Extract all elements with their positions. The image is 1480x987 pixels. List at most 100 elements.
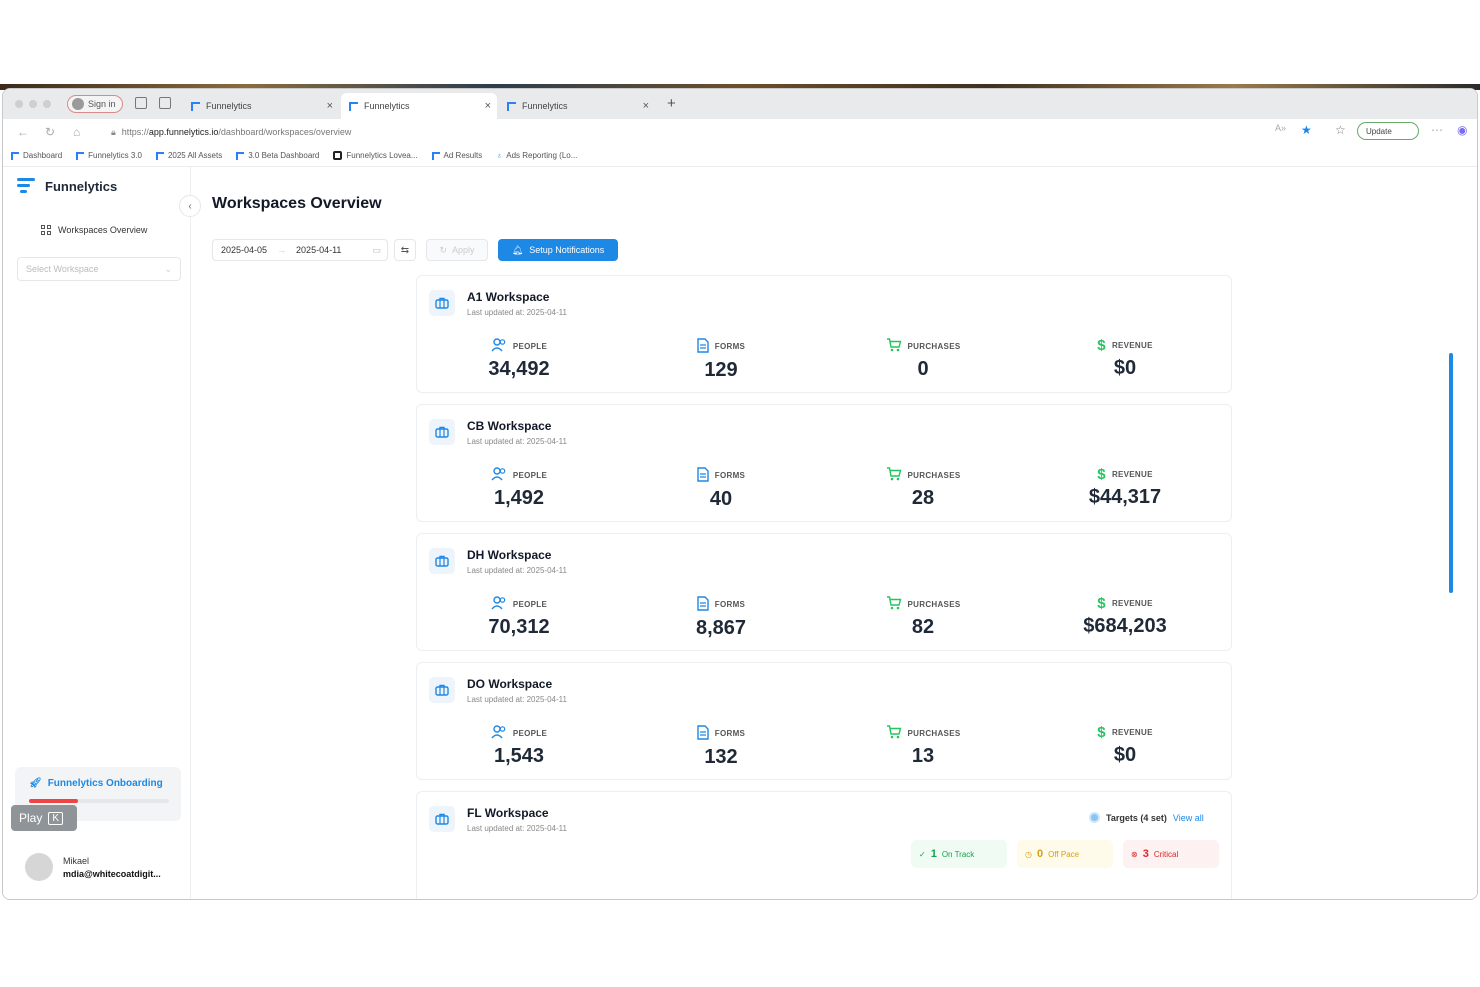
- briefcase-icon: [429, 806, 455, 832]
- targets-label: Targets (4 set): [1106, 812, 1167, 823]
- workspace-last-updated: Last updated at: 2025-04-11: [467, 566, 567, 575]
- read-aloud-icon[interactable]: A»: [1275, 123, 1286, 133]
- metric-revenue: $ REVENUE $44,317: [1025, 467, 1225, 509]
- more-menu-icon[interactable]: ⋯: [1431, 123, 1443, 137]
- onboarding-title: 🚀︎ Funnelytics Onboarding: [29, 778, 163, 789]
- tab-title: Funnelytics: [522, 101, 568, 111]
- chevron-left-icon: ‹: [188, 200, 192, 212]
- close-tab-icon[interactable]: ×: [485, 100, 491, 112]
- bookmark-item[interactable]: 2025 All Assets: [155, 151, 222, 160]
- back-icon[interactable]: ←: [17, 125, 29, 139]
- target-status-on-track[interactable]: ✓ 1 On Track: [911, 840, 1007, 868]
- bookmark-item[interactable]: ♁ Ads Reporting (Lo...: [496, 151, 577, 160]
- workspace-card[interactable]: DO Workspace Last updated at: 2025-04-11…: [416, 662, 1232, 780]
- metric-label: PEOPLE: [512, 470, 548, 480]
- browser-window: Sign in Funnelytics × Funnelytics × Funn…: [2, 88, 1478, 900]
- dollar-icon: $: [1097, 466, 1106, 483]
- metric-value: $0: [1113, 744, 1137, 766]
- collapse-sidebar-button[interactable]: ‹: [179, 195, 201, 217]
- funnelytics-favicon-icon: [155, 151, 164, 160]
- update-button[interactable]: Update: [1357, 122, 1419, 140]
- funnelytics-logo-icon: [17, 177, 35, 195]
- github-icon: [333, 151, 343, 160]
- metric-label: FORMS: [714, 342, 746, 351]
- sidebar-item-workspaces-overview[interactable]: Workspaces Overview: [41, 225, 147, 235]
- rocket-icon: 🚀︎: [29, 778, 42, 789]
- date-end: 2025-04-11: [296, 245, 342, 255]
- metric-label: PEOPLE: [512, 341, 548, 351]
- collections-icon[interactable]: [135, 97, 147, 109]
- chevron-down-icon: ⌄: [164, 263, 172, 274]
- metric-value: 13: [911, 745, 935, 767]
- browser-tab-2[interactable]: Funnelytics ×: [341, 93, 497, 119]
- metric-label: PURCHASES: [907, 470, 961, 480]
- browser-tab-3[interactable]: Funnelytics ×: [499, 93, 655, 119]
- workspace-select[interactable]: Select Workspace ⌄: [17, 257, 181, 281]
- document-icon: [697, 596, 709, 613]
- metric-people: PEOPLE 70,312: [419, 596, 619, 639]
- document-icon: [697, 338, 709, 355]
- workspace-card[interactable]: DH Workspace Last updated at: 2025-04-11…: [416, 533, 1232, 651]
- home-icon[interactable]: ⌂: [73, 125, 80, 139]
- maximize-window-button[interactable]: [43, 100, 51, 108]
- url-bar[interactable]: 🔒︎ https://app.funnelytics.io/dashboard/…: [99, 122, 1259, 142]
- play-overlay-button[interactable]: Play K: [11, 805, 77, 831]
- workspace-last-updated: Last updated at: 2025-04-11: [467, 308, 567, 317]
- workspace-card[interactable]: FL Workspace Last updated at: 2025-04-11…: [416, 791, 1232, 899]
- new-tab-icon[interactable]: +: [667, 95, 676, 112]
- close-window-button[interactable]: [15, 100, 23, 108]
- profile-signin-button[interactable]: Sign in: [67, 95, 123, 113]
- grid-icon: [41, 225, 51, 235]
- brand-name: Funnelytics: [45, 178, 118, 194]
- metric-value: 70,312: [488, 616, 550, 638]
- bookmark-item[interactable]: 3.0 Beta Dashboard: [236, 151, 319, 160]
- bookmark-item[interactable]: Ad Results: [431, 151, 482, 160]
- setup-notifications-button[interactable]: 🔔︎ Setup Notifications: [498, 239, 618, 261]
- metric-revenue: $ REVENUE $0: [1025, 338, 1225, 380]
- target-status-label: Off Pace: [1048, 849, 1080, 859]
- cart-icon: [886, 725, 902, 741]
- copilot-icon[interactable]: ◉: [1457, 123, 1467, 137]
- bookmark-item[interactable]: Dashboard: [11, 151, 62, 160]
- check-circle-icon: ✓: [919, 849, 926, 859]
- main-content: Workspaces Overview 2025-04-05 → 2025-04…: [192, 167, 1477, 899]
- metric-value: 8,867: [695, 617, 747, 639]
- metric-revenue: $ REVENUE $0: [1025, 725, 1225, 767]
- user-profile[interactable]: Mikael mdia@whitecoatdigit...: [25, 853, 161, 881]
- workspace-name: A1 Workspace: [467, 290, 550, 304]
- close-tab-icon[interactable]: ×: [327, 100, 333, 112]
- apply-button[interactable]: ↻ Apply: [426, 239, 488, 261]
- refresh-icon: ↻: [439, 244, 448, 255]
- workspace-last-updated: Last updated at: 2025-04-11: [467, 437, 567, 446]
- favorites-icon[interactable]: ☆: [1335, 123, 1346, 137]
- view-all-link[interactable]: View all: [1173, 813, 1204, 823]
- document-icon: [697, 725, 709, 742]
- tab-bar: Sign in Funnelytics × Funnelytics × Funn…: [3, 89, 1477, 119]
- date-range-picker[interactable]: 2025-04-05 → 2025-04-11 ▭: [212, 239, 388, 261]
- workspace-card[interactable]: A1 Workspace Last updated at: 2025-04-11…: [416, 275, 1232, 393]
- workspace-card[interactable]: CB Workspace Last updated at: 2025-04-11…: [416, 404, 1232, 522]
- metric-people: PEOPLE 1,492: [419, 467, 619, 510]
- metric-value: $684,203: [1083, 615, 1167, 637]
- browser-tab-1[interactable]: Funnelytics ×: [183, 93, 339, 119]
- app-root: Funnelytics Workspaces Overview Select W…: [3, 167, 1477, 899]
- favorite-star-icon[interactable]: ★: [1301, 123, 1312, 137]
- users-icon: [491, 467, 507, 483]
- brand-logo[interactable]: Funnelytics: [17, 177, 117, 195]
- workspace-name: DH Workspace: [467, 548, 552, 562]
- target-status-off-pace[interactable]: ◷ 0 Off Pace: [1017, 840, 1113, 868]
- compare-toggle-button[interactable]: ⇆: [394, 239, 416, 261]
- metric-value: 40: [709, 488, 733, 510]
- scrollbar-thumb[interactable]: [1449, 353, 1453, 593]
- target-status-critical[interactable]: ⊗ 3 Critical: [1123, 840, 1219, 868]
- targets-summary: Targets (4 set) View all: [1089, 812, 1204, 823]
- bookmark-item[interactable]: Funnelytics 3.0: [76, 151, 142, 160]
- reload-icon[interactable]: ↻: [45, 125, 55, 139]
- cart-icon: [886, 596, 902, 612]
- minimize-window-button[interactable]: [29, 100, 37, 108]
- tab-actions-icon[interactable]: [159, 97, 171, 109]
- close-tab-icon[interactable]: ×: [643, 100, 649, 112]
- metric-forms: FORMS 132: [621, 725, 821, 769]
- bookmark-item[interactable]: Funnelytics Lovea...: [333, 151, 418, 160]
- arrow-right-icon: →: [277, 245, 287, 255]
